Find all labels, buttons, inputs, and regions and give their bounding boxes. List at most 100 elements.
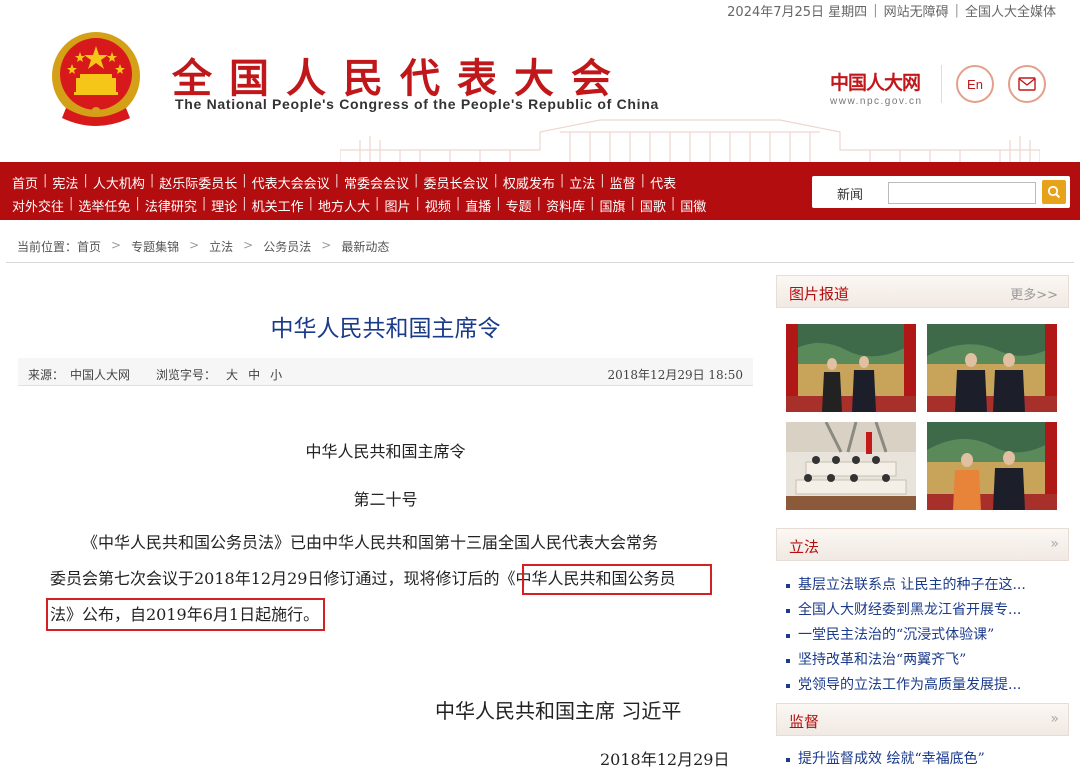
nav-divider: | bbox=[670, 196, 676, 211]
list-item[interactable]: 提升监督成效 绘就“幸福底色” bbox=[786, 747, 985, 772]
supervision-header: 监督 » bbox=[776, 703, 1069, 736]
chevron-right-icon[interactable]: » bbox=[1050, 536, 1058, 552]
nav-item[interactable]: 理论 bbox=[211, 196, 237, 215]
body-line-1: 《中华人民共和国公务员法》已由中华人民共和国第十三届全国人民代表大会常务 bbox=[82, 533, 659, 552]
nav-item[interactable]: 赵乐际委员长 bbox=[159, 173, 237, 192]
nav-item[interactable]: 机关工作 bbox=[252, 196, 304, 215]
nav-divider: | bbox=[83, 173, 88, 188]
legislation-title[interactable]: 立法 bbox=[789, 536, 819, 557]
search-input[interactable] bbox=[888, 182, 1036, 204]
list-item[interactable]: 坚持改革和法治“两翼齐飞” bbox=[786, 648, 1026, 673]
english-version-button[interactable]: En bbox=[956, 65, 994, 103]
nav-item[interactable]: 资料库 bbox=[546, 196, 585, 215]
nav-divider: | bbox=[455, 196, 461, 211]
nav-item[interactable]: 代表大会会议 bbox=[252, 173, 330, 192]
nav-item[interactable]: 直播 bbox=[465, 196, 491, 215]
nav-item[interactable]: 国歌 bbox=[640, 196, 666, 215]
supervision-title[interactable]: 监督 bbox=[789, 711, 819, 732]
nav-item[interactable]: 监督 bbox=[610, 173, 636, 192]
nav-item[interactable]: 专题 bbox=[506, 196, 532, 215]
breadcrumb-item-home[interactable]: 当前位置：首页 bbox=[17, 238, 101, 255]
nav-divider: | bbox=[414, 173, 419, 188]
news-photo[interactable] bbox=[927, 422, 1057, 510]
nav-item[interactable]: 人大机构 bbox=[93, 173, 145, 192]
search-icon bbox=[1047, 185, 1061, 199]
photo-report-title[interactable]: 图片报道 bbox=[789, 283, 849, 304]
nav-divider: | bbox=[69, 196, 74, 211]
breadcrumb: 当前位置：首页 > 专题集锦 > 立法 > 公务员法 > 最新动态 bbox=[17, 238, 389, 255]
nav-item[interactable]: 地方人大 bbox=[318, 196, 370, 215]
more-link[interactable]: 更多>> bbox=[1010, 284, 1058, 303]
nav-item[interactable]: 图片 bbox=[384, 196, 410, 215]
font-size-large-button[interactable]: 大 bbox=[226, 366, 238, 383]
nav-item[interactable]: 首页 bbox=[12, 173, 38, 192]
nav-item[interactable]: 选举任免 bbox=[78, 196, 130, 215]
npc-logo[interactable]: 中国人大网 www.npc.gov.cn bbox=[830, 68, 940, 107]
nav-divider: | bbox=[308, 196, 314, 211]
nav-item[interactable]: 国徽 bbox=[680, 196, 706, 215]
nav-divider: | bbox=[493, 173, 498, 188]
nav-divider: | bbox=[640, 173, 646, 188]
breadcrumb-arrow-icon: > bbox=[243, 238, 254, 252]
nav-item[interactable]: 对外交往 bbox=[12, 196, 64, 215]
npc-logo-text: 中国人大网 bbox=[830, 72, 921, 94]
supervision-list: 提升监督成效 绘就“幸福底色” bbox=[786, 747, 985, 772]
list-item[interactable]: 党领导的立法工作为高质量发展提... bbox=[786, 673, 1026, 698]
list-item[interactable]: 基层立法联系点 让民主的种子在这... bbox=[786, 573, 1026, 598]
nav-item[interactable]: 委员长会议 bbox=[423, 173, 488, 192]
breadcrumb-item-topics[interactable]: 专题集锦 bbox=[131, 238, 179, 255]
main-navigation: 首页 | 宪法 | 人大机构 | 赵乐际委员长 | 代表大会会议 | 常委会会议 | 委员长会议 | 权威发… bbox=[0, 162, 1080, 220]
news-photo[interactable] bbox=[786, 324, 916, 412]
font-size-small-button[interactable]: 小 bbox=[270, 366, 282, 383]
search-button[interactable] bbox=[1042, 180, 1066, 204]
article-meta-bar: 来源： 中国人大网 浏览字号： 大 中 小 2018年12月29日 18:50 bbox=[18, 358, 753, 386]
legislation-list: 基层立法联系点 让民主的种子在这... 全国人大财经委到黑龙江省开展专... 一… bbox=[786, 573, 1026, 698]
nav-item[interactable]: 常委会会议 bbox=[344, 173, 409, 192]
breadcrumb-divider bbox=[6, 262, 1074, 263]
news-photo[interactable] bbox=[786, 422, 916, 510]
nav-divider: | bbox=[600, 173, 605, 188]
breadcrumb-item-legislation[interactable]: 立法 bbox=[209, 238, 233, 255]
breadcrumb-item-civil-servant-law[interactable]: 公务员法 bbox=[263, 238, 311, 255]
divider: | bbox=[954, 2, 959, 18]
nav-divider: | bbox=[201, 196, 207, 211]
breadcrumb-arrow-icon: > bbox=[321, 238, 332, 252]
font-size-medium-button[interactable]: 中 bbox=[248, 366, 260, 383]
legislation-header: 立法 » bbox=[776, 528, 1069, 561]
highlight-box bbox=[522, 564, 712, 595]
nav-divider: | bbox=[242, 196, 247, 211]
search-box: 新闻 bbox=[812, 176, 1070, 208]
publish-datetime: 2018年12月29日 18:50 bbox=[607, 368, 743, 382]
chevron-right-icon[interactable]: » bbox=[1050, 711, 1058, 727]
nav-divider: | bbox=[415, 196, 420, 211]
nav-item[interactable]: 权威发布 bbox=[503, 173, 555, 192]
divider: | bbox=[873, 2, 878, 18]
nav-divider: | bbox=[496, 196, 501, 211]
list-item[interactable]: 全国人大财经委到黑龙江省开展专... bbox=[786, 598, 1026, 623]
national-emblem-icon bbox=[52, 32, 140, 126]
all-media-link[interactable]: 全国人大全媒体 bbox=[965, 1, 1056, 20]
nav-row-2: 对外交往 | 选举任免 | 法律研究 | 理论 | 机关工作 | 地方人大 | 图片 | 视频 | 直播 | 专题 |… bbox=[12, 196, 706, 215]
nav-item[interactable]: 视频 bbox=[425, 196, 451, 215]
breadcrumb-item-latest[interactable]: 最新动态 bbox=[341, 238, 389, 255]
news-photo[interactable] bbox=[927, 324, 1057, 412]
order-heading: 中华人民共和国主席令 bbox=[305, 442, 466, 461]
nav-divider: | bbox=[559, 173, 565, 188]
nav-item[interactable]: 代表 bbox=[650, 173, 676, 192]
accessibility-link[interactable]: 网站无障碍 bbox=[884, 1, 949, 20]
nav-divider: | bbox=[375, 196, 380, 211]
nav-item[interactable]: 宪法 bbox=[52, 173, 78, 192]
breadcrumb-arrow-icon: > bbox=[111, 238, 122, 252]
signature: 中华人民共和国主席 习近平 bbox=[435, 699, 682, 723]
font-size-label: 浏览字号： bbox=[156, 368, 217, 382]
mail-button[interactable] bbox=[1008, 65, 1046, 103]
site-title-english: The National People's Congress of the Pe… bbox=[175, 96, 659, 112]
nav-item[interactable]: 立法 bbox=[569, 173, 595, 192]
nav-divider: | bbox=[630, 196, 635, 211]
breadcrumb-arrow-icon: > bbox=[189, 238, 200, 252]
list-item[interactable]: 一堂民主法治的“沉浸式体验课” bbox=[786, 623, 1026, 648]
search-category-label[interactable]: 新闻 bbox=[837, 184, 863, 203]
nav-item[interactable]: 国旗 bbox=[599, 196, 625, 215]
mail-icon bbox=[1018, 77, 1036, 91]
nav-item[interactable]: 法律研究 bbox=[145, 196, 197, 215]
